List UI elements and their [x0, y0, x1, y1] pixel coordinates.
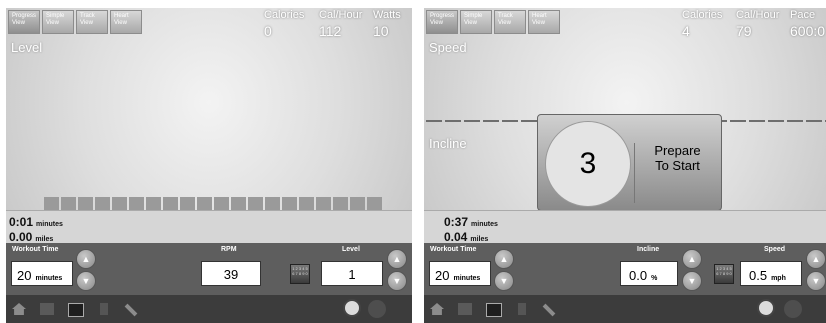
prepare-to-start-dialog: 3 Prepare To Start [537, 114, 722, 211]
calories-stat: Calories 0 [264, 9, 304, 39]
prepare-to-start-text: Prepare To Start [634, 143, 720, 203]
calories-stat: Calories 4 [682, 9, 722, 39]
workout-time-unit: minutes [453, 275, 481, 282]
elapsed-time-value: 0:01 [9, 215, 34, 229]
workout-time-value: 20 [435, 268, 450, 283]
cal-hour-stat: Cal/Hour 112 [319, 9, 362, 39]
tab-progress-view[interactable]: Progress View [8, 10, 40, 34]
rpm-value: 39 [223, 267, 239, 282]
level-field[interactable]: 1 [321, 261, 383, 286]
cal-hour-value: 79 [736, 23, 752, 39]
elapsed-time-value: 0:37 [444, 215, 469, 229]
elapsed-time-unit: minutes [471, 221, 498, 228]
incline-up-button[interactable]: ▲ [682, 249, 702, 269]
workout-time-field[interactable]: 20 minutes [429, 261, 491, 286]
elapsed-time-unit: minutes [36, 221, 63, 228]
workout-time-label: Workout Time [12, 246, 59, 253]
cal-hour-value: 112 [319, 23, 342, 39]
wrench-icon[interactable] [542, 303, 556, 317]
tab-simple-view[interactable]: Simple View [42, 10, 74, 34]
cal-hour-stat: Cal/Hour 79 [736, 9, 779, 39]
tab-heart-view[interactable]: Heart View [528, 10, 560, 34]
incline-unit: % [651, 275, 658, 282]
workout-time-label: Workout Time [430, 246, 477, 253]
rpm-label: RPM [221, 246, 237, 253]
cal-hour-label: Cal/Hour [736, 9, 780, 21]
distance-value: 0.04 [444, 230, 468, 244]
keypad-icon[interactable]: 1 2 3 4 5 6 7 8 9 0 [290, 264, 310, 284]
grid-icon[interactable] [458, 303, 472, 315]
workout-time-up-button[interactable]: ▲ [76, 249, 96, 269]
workout-time-down-button[interactable]: ▼ [76, 271, 96, 291]
rpm-display: 39 [201, 261, 261, 286]
countdown-value: 3 [545, 121, 631, 207]
circle-icon[interactable] [368, 300, 386, 318]
workout-summary: 0:01 minutes 0.00 miles [6, 210, 412, 244]
camera-mode-icon[interactable] [757, 299, 775, 317]
control-panel: Workout Time 20 minutes ▲ ▼ RPM 39 1 2 3 … [6, 243, 412, 295]
grid-icon[interactable] [40, 303, 54, 315]
incline-field[interactable]: 0.0% [620, 261, 678, 286]
watts-label: Watts [373, 9, 401, 21]
incline-graph-label: Incline [429, 136, 467, 151]
speed-value: 0.5 [749, 268, 768, 283]
speed-field[interactable]: 0.5 mph [740, 261, 802, 286]
incline-down-button[interactable]: ▼ [682, 271, 702, 291]
workout-time-up-button[interactable]: ▲ [494, 249, 514, 269]
screen-icon[interactable] [68, 303, 84, 317]
workout-summary: 0:37 minutes 0.04 miles [424, 210, 826, 244]
control-panel: Workout Time 20 minutes ▲ ▼ Incline 0.0% … [424, 243, 826, 295]
cal-hour-label: Cal/Hour [319, 9, 363, 21]
view-tabs: Progress View Simple View Track View Hea… [8, 10, 142, 34]
wrench-icon[interactable] [124, 303, 138, 317]
pace-label: Pace [790, 9, 816, 21]
screen-icon[interactable] [486, 303, 502, 317]
circle-icon[interactable] [784, 300, 802, 318]
distance-unit: miles [35, 236, 54, 243]
right-console-screen: Progress View Simple View Track View Hea… [424, 8, 826, 323]
left-console-screen: Progress View Simple View Track View Hea… [6, 8, 412, 323]
calories-value: 0 [264, 23, 272, 39]
calories-label: Calories [264, 9, 305, 21]
calories-value: 4 [682, 23, 690, 39]
distance-value: 0.00 [9, 230, 33, 244]
workout-time-field[interactable]: 20 minutes [11, 261, 73, 286]
level-up-button[interactable]: ▲ [387, 249, 407, 269]
calories-label: Calories [682, 9, 723, 21]
keypad-icon[interactable]: 1 2 3 4 5 6 7 8 9 0 [714, 264, 734, 284]
level-value: 1 [348, 267, 356, 282]
workout-time-unit: minutes [35, 275, 63, 282]
pace-stat: Pace 600:0 [790, 9, 825, 39]
distance-unit: miles [470, 236, 489, 243]
watts-value: 10 [373, 23, 389, 39]
level-down-button[interactable]: ▼ [387, 271, 407, 291]
camera-mode-icon[interactable] [343, 299, 361, 317]
view-tabs: Progress View Simple View Track View Hea… [426, 10, 560, 34]
speed-up-button[interactable]: ▲ [806, 249, 826, 269]
incline-value: 0.0 [629, 268, 648, 283]
home-icon[interactable] [12, 303, 26, 315]
home-icon[interactable] [430, 303, 444, 315]
workout-time-down-button[interactable]: ▼ [494, 271, 514, 291]
bottle-icon[interactable] [100, 303, 108, 315]
tab-simple-view[interactable]: Simple View [460, 10, 492, 34]
bottom-toolbar [424, 295, 826, 323]
pace-value: 600:0 [790, 23, 826, 39]
speed-graph-label: Speed [429, 40, 467, 55]
bottom-toolbar [6, 295, 412, 323]
workout-time-value: 20 [17, 268, 32, 283]
tab-progress-view[interactable]: Progress View [426, 10, 458, 34]
bottle-icon[interactable] [518, 303, 526, 315]
tab-heart-view[interactable]: Heart View [110, 10, 142, 34]
speed-label: Speed [764, 246, 786, 253]
speed-down-button[interactable]: ▼ [806, 271, 826, 291]
level-graph-label: Level [11, 40, 43, 55]
incline-label: Incline [637, 246, 660, 253]
watts-stat: Watts 10 [373, 9, 401, 39]
tab-track-view[interactable]: Track View [76, 10, 108, 34]
speed-unit: mph [771, 275, 786, 282]
level-label: Level [342, 246, 360, 253]
tab-track-view[interactable]: Track View [494, 10, 526, 34]
